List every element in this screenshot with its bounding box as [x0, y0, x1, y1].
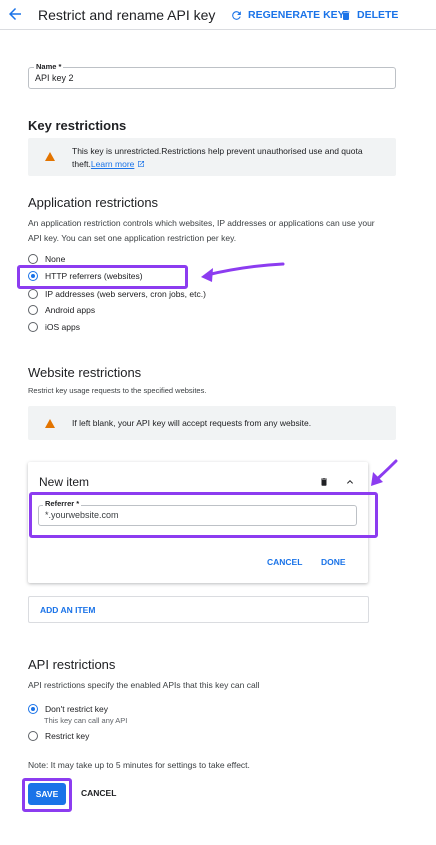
unrestricted-warning-box: This key is unrestricted.Restrictions he…: [28, 138, 396, 176]
arrow-to-http-referrers: [201, 262, 285, 282]
blank-referrer-warning-box: If left blank, your API key will accept …: [28, 406, 396, 440]
api-restrictions-description: API restrictions specify the enabled API…: [28, 680, 260, 690]
radio-restrict-key[interactable]: Restrict key: [28, 731, 89, 741]
learn-more-link[interactable]: Learn more: [91, 159, 134, 169]
app-desc-line-1: An application restriction controls whic…: [28, 218, 375, 228]
back-arrow-icon[interactable]: [6, 5, 24, 23]
delete-button[interactable]: DELETE: [340, 6, 398, 24]
radio-android-apps[interactable]: Android apps: [28, 305, 95, 315]
radio-dont-restrict-key[interactable]: Don't restrict key: [28, 704, 108, 714]
key-restrictions-heading: Key restrictions: [28, 118, 127, 133]
radio-button[interactable]: [28, 254, 38, 264]
trash-icon[interactable]: [319, 476, 329, 488]
radio-label: IP addresses (web servers, cron jobs, et…: [45, 289, 206, 299]
blank-referrer-warning-text: If left blank, your API key will accept …: [72, 418, 312, 428]
new-item-title: New item: [39, 475, 90, 489]
name-field-label: Name *: [34, 62, 64, 71]
http-referrers-highlight: [17, 265, 188, 289]
radio-label: Restrict key: [45, 731, 90, 741]
radio-label: None: [45, 254, 66, 264]
radio-ip-addresses[interactable]: IP addresses (web servers, cron jobs, et…: [28, 289, 206, 299]
regenerate-key-label: REGENERATE KEY: [248, 9, 345, 21]
chevron-up-icon[interactable]: [344, 476, 356, 488]
app-desc-line-2: API key. You can set one application res…: [28, 233, 237, 243]
application-restrictions-heading: Application restrictions: [28, 195, 159, 210]
page-title: Restrict and rename API key: [38, 7, 216, 23]
add-item-button[interactable]: ADD AN ITEM: [28, 596, 369, 623]
website-restrictions-heading: Website restrictions: [28, 365, 142, 380]
radio-label: iOS apps: [45, 322, 80, 332]
radio-button[interactable]: [28, 322, 38, 332]
arrow-to-referrer-field: [371, 459, 398, 486]
delete-label: DELETE: [357, 9, 399, 21]
radio-ios-apps[interactable]: iOS apps: [28, 322, 80, 332]
radio-label: Android apps: [45, 305, 96, 315]
top-bar: Restrict and rename API key REGENERATE K…: [0, 0, 436, 30]
referrer-highlight: [29, 492, 378, 538]
warning-line-1: This key is unrestricted.Restrictions he…: [72, 146, 363, 156]
unrestricted-warning-text: This key is unrestricted.Restrictions he…: [72, 145, 390, 170]
warning-icon: [45, 419, 55, 428]
radio-none[interactable]: None: [28, 254, 65, 264]
api-restrictions-heading: API restrictions: [28, 657, 116, 672]
regenerate-key-button[interactable]: REGENERATE KEY: [230, 6, 345, 24]
settings-delay-note: Note: It may take up to 5 minutes for se…: [28, 760, 250, 770]
trash-icon: [342, 10, 350, 20]
item-cancel-button[interactable]: CANCEL: [267, 557, 302, 567]
warning-icon: [45, 152, 55, 161]
item-done-button[interactable]: DONE: [321, 557, 346, 567]
name-field-value: API key 2: [35, 73, 74, 83]
radio-button[interactable]: [28, 305, 38, 315]
website-restrictions-description: Restrict key usage requests to the speci…: [28, 386, 207, 395]
add-item-label: ADD AN ITEM: [40, 605, 96, 615]
radio-label: Don't restrict key: [45, 704, 109, 714]
refresh-icon: [232, 10, 241, 20]
radio-button[interactable]: [28, 731, 38, 741]
name-field[interactable]: Name * API key 2: [28, 62, 396, 89]
application-restrictions-description: An application restriction controls whic…: [28, 216, 400, 246]
radio-button[interactable]: [28, 289, 38, 299]
cancel-button[interactable]: CANCEL: [81, 788, 116, 798]
radio-button-selected[interactable]: [28, 704, 38, 714]
save-highlight: [22, 778, 72, 812]
external-link-icon: [137, 160, 144, 167]
warning-line-2: theft.: [72, 158, 91, 169]
dont-restrict-sublabel: This key can call any API: [44, 716, 128, 725]
